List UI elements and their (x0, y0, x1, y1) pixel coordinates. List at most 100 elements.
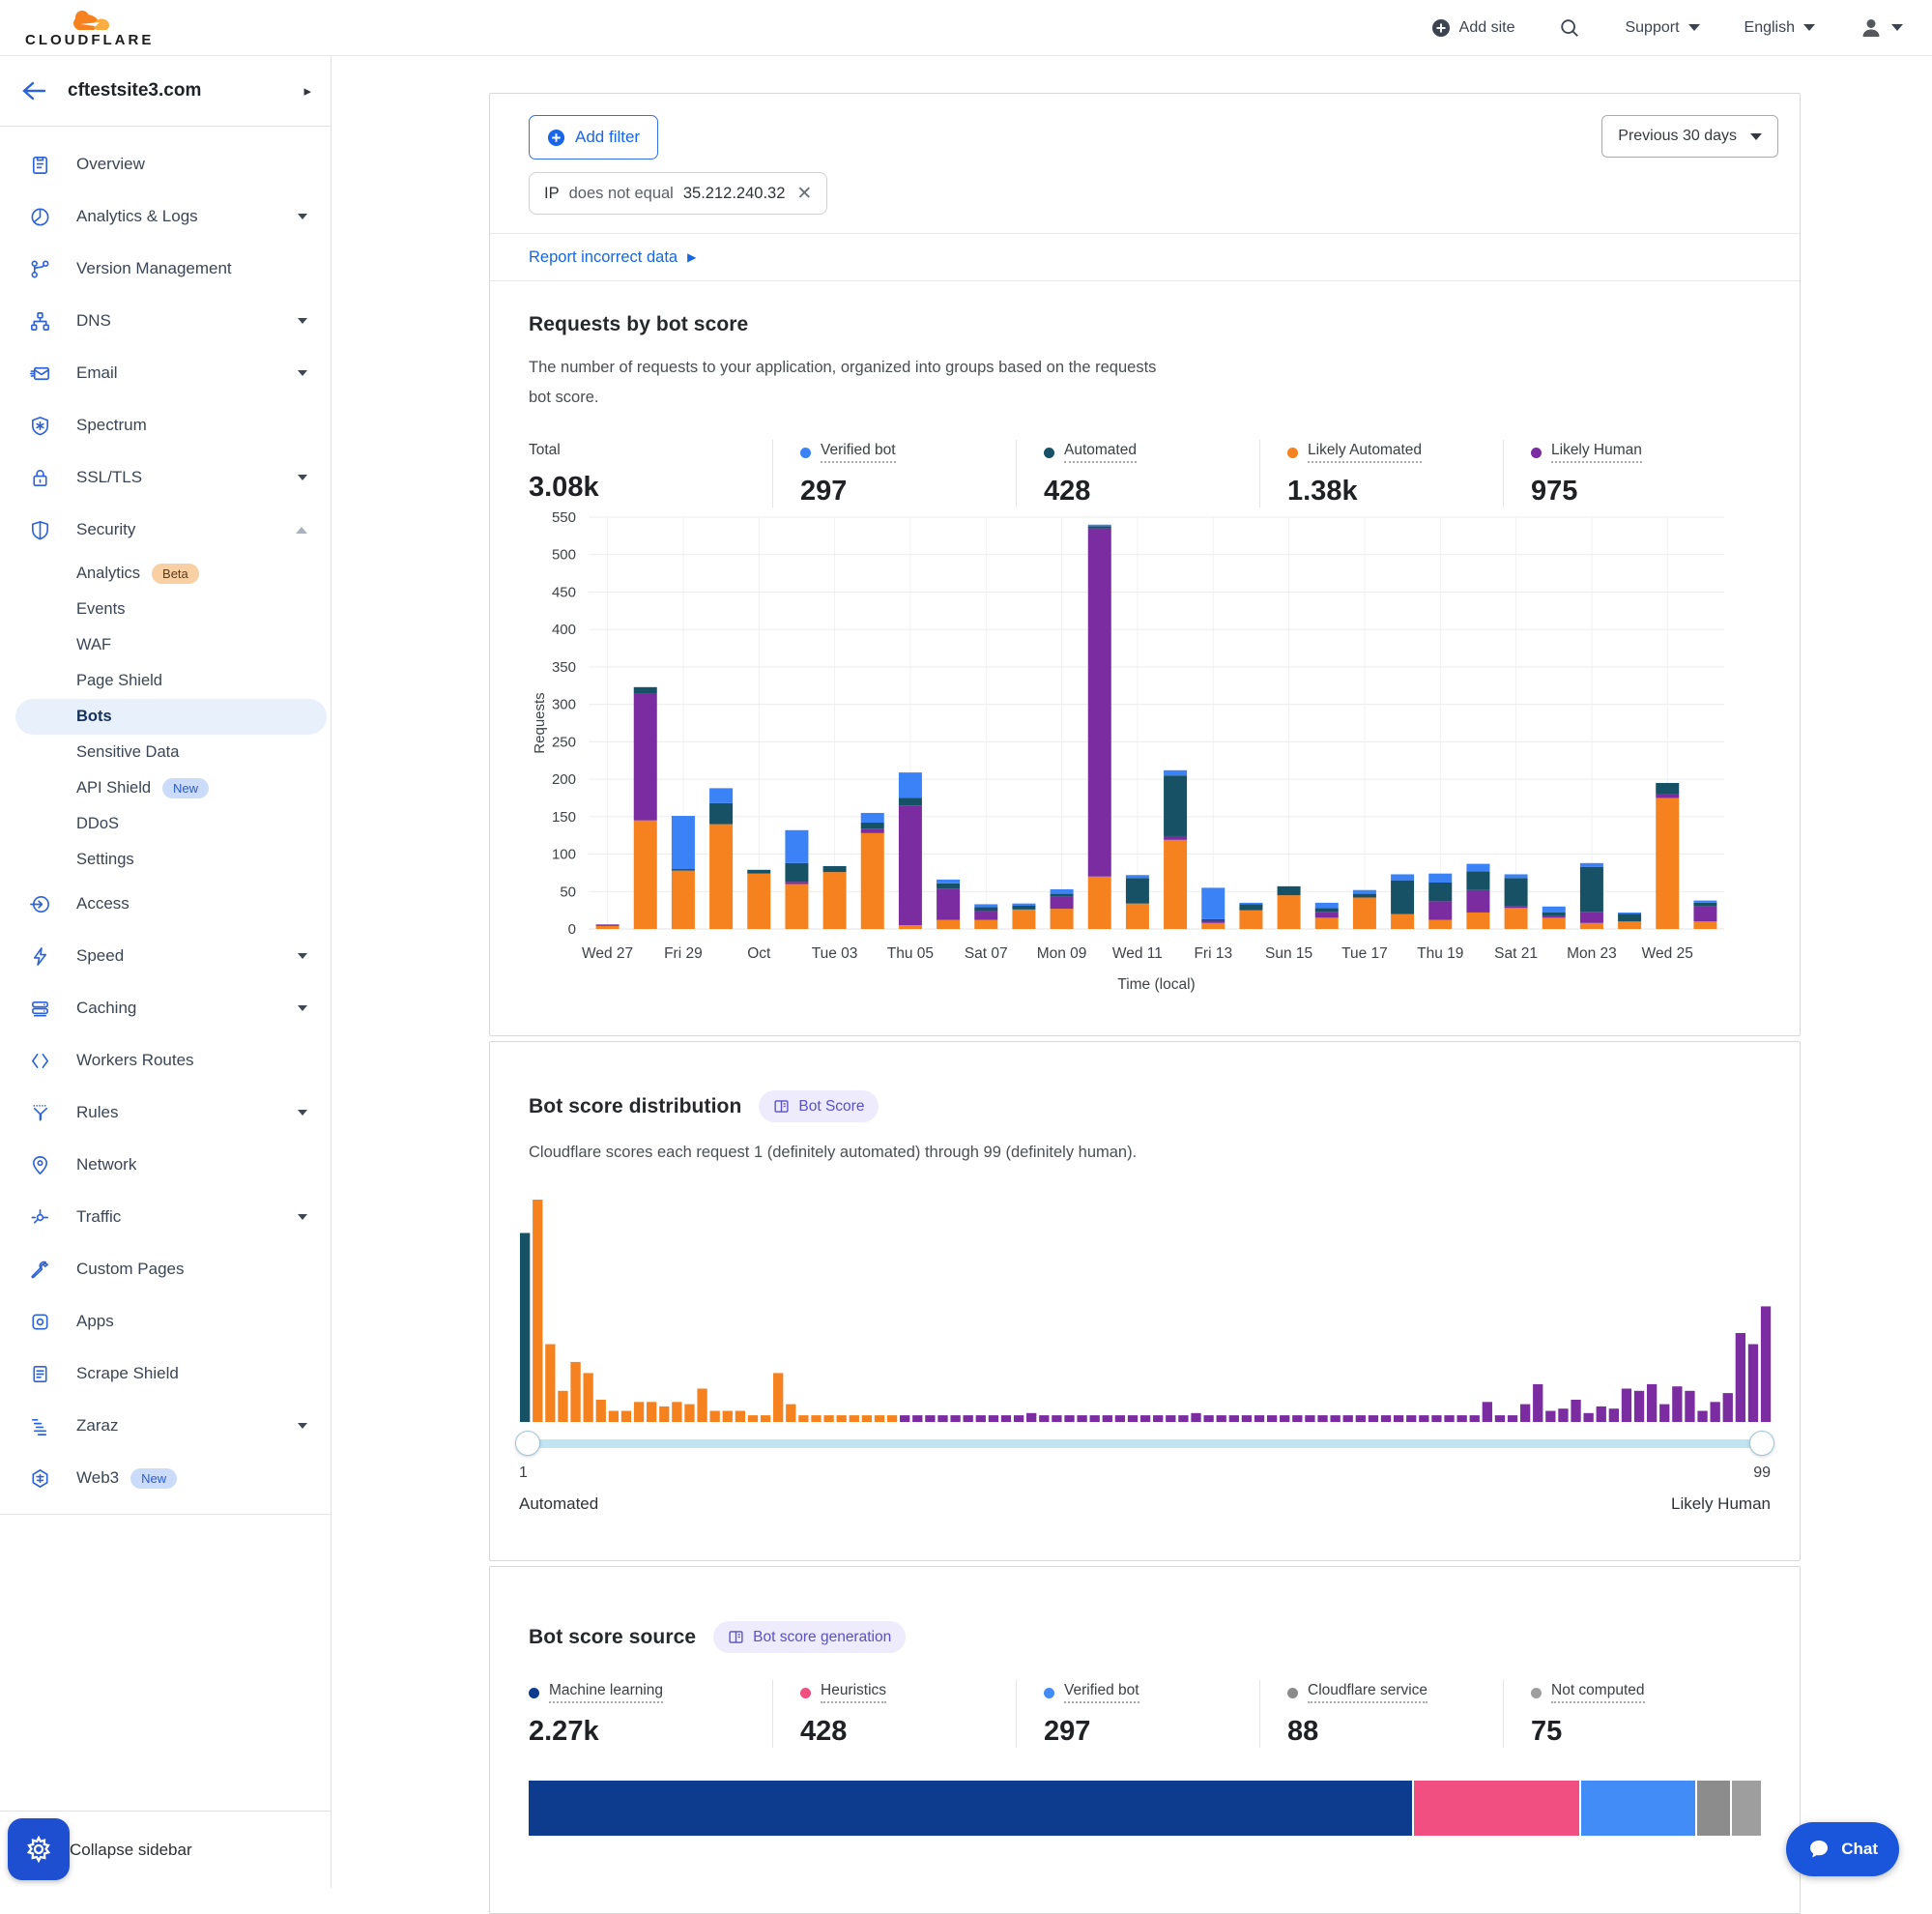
stat-label: Likely Human (1551, 442, 1642, 463)
chevron-down-icon (1750, 133, 1762, 140)
sidebar-item-traffic[interactable]: Traffic (0, 1191, 331, 1243)
slider-max-value: 99 (1753, 1464, 1771, 1482)
document-icon (29, 1363, 51, 1385)
access-icon (29, 893, 51, 915)
sidebar-item-speed[interactable]: Speed (0, 930, 331, 982)
source-card: Bot score source Bot score generation Ma… (489, 1566, 1801, 1914)
clipboard-icon (29, 154, 51, 176)
slider-handle-min[interactable] (515, 1431, 540, 1456)
add-site-button[interactable]: Add site (1431, 18, 1515, 38)
sidebar-item-events[interactable]: Events (0, 592, 331, 627)
search-icon[interactable] (1559, 17, 1580, 39)
caret-right-icon: ▶ (687, 250, 696, 264)
sidebar-item-label: Security (76, 520, 135, 539)
sidebar-item-scrape-shield[interactable]: Scrape Shield (0, 1348, 331, 1400)
source-proportion-bar (529, 1781, 1761, 1836)
source-segment-machine-learning (529, 1781, 1414, 1836)
sidebar-item-settings[interactable]: Settings (0, 842, 331, 878)
language-menu[interactable]: English (1745, 19, 1815, 37)
badge-new: New (130, 1468, 177, 1489)
sidebar-item-label: Web3 (76, 1468, 119, 1488)
sidebar-nav: OverviewAnalytics & Logs Version Manageme… (0, 127, 331, 1504)
chat-button[interactable]: Chat (1786, 1822, 1899, 1876)
support-menu[interactable]: Support (1625, 19, 1699, 37)
score-range-slider[interactable] (519, 1431, 1771, 1456)
wrench-icon (29, 1259, 51, 1281)
source-section-title: Bot score source (529, 1626, 696, 1649)
slider-track[interactable] (519, 1439, 1771, 1448)
filter-chip[interactable]: IP does not equal 35.212.240.32 ✕ (529, 172, 827, 215)
sidebar-item-workers-routes[interactable]: Workers Routes (0, 1034, 331, 1087)
stat-value: 2.27k (529, 1716, 772, 1748)
close-icon[interactable]: ✕ (796, 183, 812, 205)
security-shield-icon (29, 519, 51, 541)
chevron-down-icon (1891, 24, 1903, 31)
sidebar-item-label: Traffic (76, 1207, 121, 1227)
site-name[interactable]: cftestsite3.com (68, 80, 201, 102)
badge-beta: Beta (152, 564, 199, 584)
report-incorrect-data-link[interactable]: Report incorrect data ▶ (529, 248, 696, 267)
sidebar-item-apps[interactable]: Apps (0, 1295, 331, 1348)
sidebar-item-custom-pages[interactable]: Custom Pages (0, 1243, 331, 1295)
stat-total: Total3.08k (529, 440, 772, 508)
sidebar-item-overview[interactable]: Overview (0, 138, 331, 190)
collapse-sidebar-button[interactable]: Collapse sidebar (70, 1841, 192, 1860)
sidebar-item-dns[interactable]: DNS (0, 295, 331, 347)
date-range-dropdown[interactable]: Previous 30 days (1601, 115, 1778, 158)
sidebar-item-ddos[interactable]: DDoS (0, 806, 331, 842)
stat-value: 975 (1531, 476, 1761, 508)
chevron-down-icon (298, 475, 307, 480)
stat-value: 75 (1531, 1716, 1761, 1748)
sidebar-item-network[interactable]: Network (0, 1139, 331, 1191)
sidebar-item-zaraz[interactable]: Zaraz (0, 1400, 331, 1452)
sidebar-item-rules[interactable]: Rules (0, 1087, 331, 1139)
sidebar-item-sensitive-data[interactable]: Sensitive Data (0, 735, 331, 770)
svg-text:Fri 13: Fri 13 (1194, 945, 1232, 962)
slider-handle-max[interactable] (1749, 1431, 1774, 1456)
svg-text:Sat 21: Sat 21 (1494, 945, 1538, 962)
sidebar-item-analytics[interactable]: AnalyticsBeta (0, 556, 331, 592)
sidebar-item-analytics-logs[interactable]: Analytics & Logs (0, 190, 331, 243)
main-content: Add filter Previous 30 days IP does not … (332, 56, 1932, 1888)
bot-score-badge[interactable]: Bot Score (759, 1090, 879, 1122)
sidebar-item-ssl-tls[interactable]: SSL/TLS (0, 451, 331, 504)
sidebar-item-page-shield[interactable]: Page Shield (0, 663, 331, 699)
sidebar-item-label: Version Management (76, 259, 232, 278)
svg-text:Tue 17: Tue 17 (1341, 945, 1388, 962)
chat-bubble-icon (1807, 1838, 1831, 1861)
svg-text:Oct: Oct (747, 945, 771, 962)
stat-cloudflare-service: Cloudflare service88 (1259, 1680, 1503, 1748)
sidebar-item-label: Spectrum (76, 416, 147, 435)
sidebar-item-bots[interactable]: Bots (15, 699, 327, 735)
badge-new: New (162, 778, 209, 798)
svg-text:Wed 11: Wed 11 (1112, 945, 1163, 962)
chevron-down-icon (298, 1005, 307, 1011)
sidebar-item-access[interactable]: Access (0, 878, 331, 930)
sidebar-item-spectrum[interactable]: Spectrum (0, 399, 331, 451)
sidebar-item-version-management[interactable]: Version Management (0, 243, 331, 295)
account-menu[interactable] (1860, 16, 1903, 40)
svg-text:300: 300 (552, 697, 576, 713)
add-filter-button[interactable]: Add filter (529, 115, 658, 160)
sidebar: cftestsite3.com ▸ OverviewAnalytics & Lo… (0, 56, 332, 1888)
bolt-icon (29, 945, 51, 968)
sidebar-item-api-shield[interactable]: API ShieldNew (0, 770, 331, 806)
plus-circle-icon (547, 129, 565, 147)
source-stats-row: Machine learning2.27kHeuristics428Verifi… (529, 1680, 1761, 1748)
sidebar-item-label: Network (76, 1155, 136, 1174)
back-arrow-icon[interactable] (21, 80, 46, 102)
svg-text:Wed 27: Wed 27 (582, 945, 633, 962)
svg-text:450: 450 (552, 584, 576, 600)
cloudflare-logo[interactable]: CLOUDFLARE (25, 9, 154, 47)
chevron-right-icon[interactable]: ▸ (303, 82, 311, 100)
sidebar-item-label: Access (76, 894, 130, 914)
sidebar-item-email[interactable]: Email (0, 347, 331, 399)
sidebar-item-caching[interactable]: Caching (0, 982, 331, 1034)
settings-gear-button[interactable] (8, 1818, 70, 1880)
sidebar-item-security[interactable]: Security (0, 504, 331, 556)
sidebar-item-waf[interactable]: WAF (0, 627, 331, 663)
sidebar-item-label: DDoS (76, 815, 119, 833)
chevron-down-icon (298, 1423, 307, 1429)
sidebar-item-web3[interactable]: Web3 New (0, 1452, 331, 1504)
bot-score-generation-badge[interactable]: Bot score generation (713, 1621, 906, 1653)
